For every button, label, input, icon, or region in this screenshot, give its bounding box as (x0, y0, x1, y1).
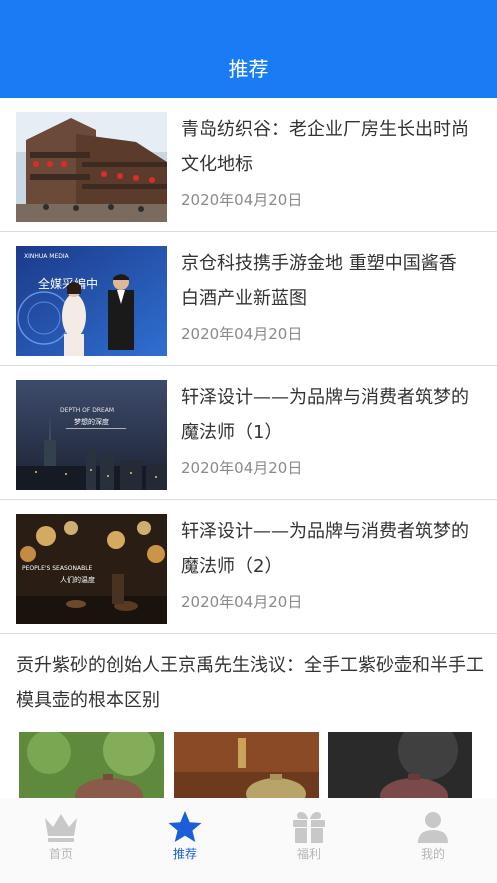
article-thumbnail-lanterns: PEOPLE'S SEASONABLE 人们的温度 (16, 514, 167, 624)
tab-recommend[interactable]: 推荐 (145, 810, 225, 863)
lantern-en-text: PEOPLE'S SEASONABLE (22, 565, 93, 572)
page-title: 推荐 (228, 57, 269, 81)
article-date: 2020年04月20日 (181, 593, 303, 611)
article-title: 青岛纺织谷：老企业厂房生长出时尚文化地标 (181, 119, 469, 175)
featured-article-title: 贡升紫砂的创始人王京禹先生浅议：全手工紫砂壶和半手工模具壶的根本区别 (16, 655, 484, 711)
article-date: 2020年04月20日 (181, 191, 303, 209)
crown-icon (45, 814, 77, 842)
article-title: 京仓科技携手游金地 重塑中国酱香白酒产业新蓝图 (181, 253, 457, 309)
article-card-3[interactable]: DEPTH OF DREAM 梦想的深度 轩泽设计——为品牌与消费者筑梦的魔法师… (0, 366, 497, 500)
tab-label: 福利 (296, 847, 321, 861)
article-card-2[interactable]: XINHUA MEDIA 全媒采编中 京仓科技携手游金地 重塑中国酱香白酒产业新… (0, 232, 497, 366)
tab-label: 我的 (420, 847, 445, 861)
city-en-text: DEPTH OF DREAM (60, 407, 114, 414)
interview-logo-text: XINHUA MEDIA (24, 253, 70, 260)
user-icon (418, 812, 448, 843)
city-cn-text: 梦想的深度 (74, 417, 109, 426)
article-title: 轩泽设计——为品牌与消费者筑梦的魔法师（2） (181, 521, 469, 577)
article-thumbnail-interview: XINHUA MEDIA 全媒采编中 (16, 246, 167, 356)
article-card-1[interactable]: 青岛纺织谷：老企业厂房生长出时尚文化地标 2020年04月20日 (0, 98, 497, 232)
article-thumbnail-textile-valley (16, 112, 167, 222)
app-header: 推荐 (0, 0, 497, 98)
article-card-4[interactable]: PEOPLE'S SEASONABLE 人们的温度 轩泽设计——为品牌与消费者筑… (0, 500, 497, 634)
gift-icon (293, 812, 325, 843)
article-date: 2020年04月20日 (181, 459, 303, 477)
star-icon (168, 811, 202, 842)
bottom-tab-bar: 首页 推荐 福利 我的 (0, 798, 497, 883)
tab-home[interactable]: 首页 (21, 810, 101, 863)
tab-label: 首页 (48, 847, 73, 861)
article-title: 轩泽设计——为品牌与消费者筑梦的魔法师（1） (181, 387, 469, 443)
tab-welfare[interactable]: 福利 (269, 810, 349, 863)
featured-article[interactable]: 贡升紫砂的创始人王京禹先生浅议：全手工紫砂壶和半手工模具壶的根本区别 (0, 636, 497, 813)
article-date: 2020年04月20日 (181, 325, 303, 343)
article-feed[interactable]: 青岛纺织谷：老企业厂房生长出时尚文化地标 2020年04月20日 XINHUA … (0, 98, 497, 813)
tab-mine[interactable]: 我的 (393, 810, 473, 863)
lantern-cn-text: 人们的温度 (60, 575, 95, 584)
article-thumbnail-city-night: DEPTH OF DREAM 梦想的深度 (16, 380, 167, 490)
tab-label: 推荐 (172, 847, 197, 861)
